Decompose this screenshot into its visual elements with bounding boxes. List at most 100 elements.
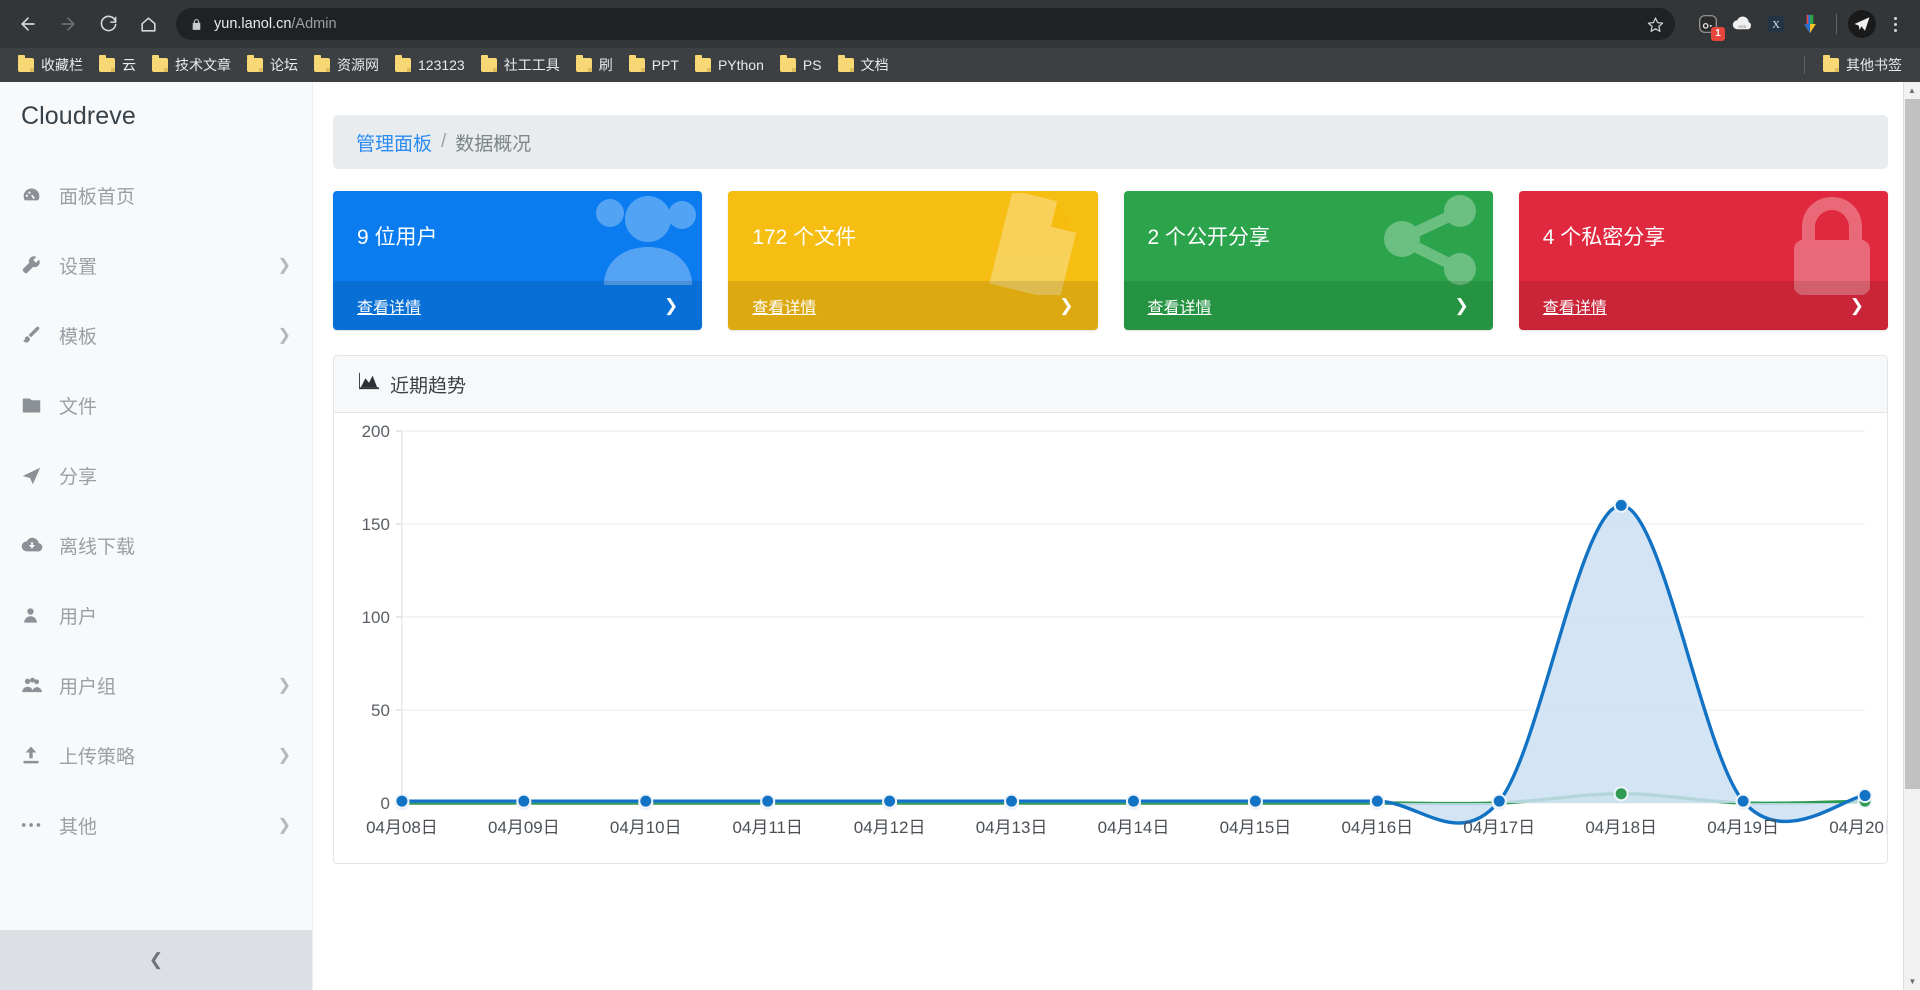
x-axis-label: 04月10日 xyxy=(610,818,682,837)
other-bookmarks-button[interactable]: 其他书签 xyxy=(1815,52,1910,78)
bookmark-item[interactable]: 123123 xyxy=(387,54,473,76)
browser-toolbar: yun.lanol.cn/Admin 1 Aria X xyxy=(0,0,1920,48)
sidebar-item-user-groups[interactable]: 用户组 ❯ xyxy=(0,650,312,720)
wrench-icon xyxy=(21,255,51,275)
users-group-icon xyxy=(21,675,51,696)
sidebar-item-label: 离线下载 xyxy=(59,536,136,558)
x-axis-label: 04月12日 xyxy=(854,818,926,837)
scroll-up-arrow-icon[interactable]: ▲ xyxy=(1904,82,1920,99)
stat-card-footer[interactable]: 查看详情 ❯ xyxy=(333,281,703,330)
chart-point[interactable] xyxy=(1613,786,1629,802)
idm-download-extension-icon[interactable] xyxy=(1795,9,1825,39)
stat-card-users[interactable]: 9 位用户 查看详情 ❯ xyxy=(333,191,703,330)
chevron-right-icon: ❯ xyxy=(664,295,679,315)
back-arrow-icon xyxy=(21,17,35,31)
home-button[interactable] xyxy=(130,6,166,42)
pocket-extension-icon[interactable]: 1 xyxy=(1693,9,1725,41)
chart-point[interactable] xyxy=(1491,793,1507,809)
bookmark-item[interactable]: 论坛 xyxy=(239,52,306,78)
chart-point[interactable] xyxy=(1125,793,1141,809)
x-axis-label: 04月18日 xyxy=(1585,818,1657,837)
view-details-label: 查看详情 xyxy=(1542,299,1607,317)
bookmark-item[interactable]: PPT xyxy=(621,54,687,76)
chart-point[interactable] xyxy=(1613,497,1629,513)
sidebar-item-label: 设置 xyxy=(59,256,98,278)
chevron-right-icon: ❯ xyxy=(1849,295,1864,315)
chart-point[interactable] xyxy=(1247,793,1263,809)
chart-body[interactable]: 0 50 100 150 200 04月08日 04月09日 04月10日 04月11日 04月1… xyxy=(334,413,1887,863)
bookmark-item[interactable]: 资源网 xyxy=(306,52,387,78)
x-axis-label: 04月14日 xyxy=(1098,818,1170,837)
sidebar-item-share[interactable]: 分享 xyxy=(0,440,312,510)
bookmarks-divider xyxy=(1804,56,1805,74)
sidebar-item-users[interactable]: 用户 xyxy=(0,580,312,650)
sidebar-item-label: 文件 xyxy=(59,396,98,418)
bookmark-item[interactable]: 文档 xyxy=(830,52,897,78)
forward-button[interactable] xyxy=(50,6,86,42)
x-axis-label: 04月09日 xyxy=(488,818,560,837)
reload-button[interactable] xyxy=(90,6,126,42)
scroll-down-arrow-icon[interactable]: ▼ xyxy=(1904,973,1920,990)
sidebar-item-dashboard[interactable]: 面板首页 xyxy=(0,160,312,230)
x-axis-label: 04月20日 xyxy=(1829,818,1887,837)
browser-menu-button[interactable] xyxy=(1880,8,1910,40)
back-button[interactable] xyxy=(10,6,46,42)
stat-card-files[interactable]: 172 个文件 查看详情 ❯ xyxy=(728,191,1098,330)
sidebar-item-settings[interactable]: 设置 ❯ xyxy=(0,230,312,300)
bookmark-item[interactable]: 社工工具 xyxy=(473,52,568,78)
paintbrush-icon xyxy=(21,325,51,345)
bookmark-item[interactable]: 收藏栏 xyxy=(10,52,91,78)
chevron-left-icon: ❮ xyxy=(148,950,164,969)
chart-point[interactable] xyxy=(760,793,776,809)
chart-point[interactable] xyxy=(516,793,532,809)
sidebar-item-files[interactable]: 文件 xyxy=(0,370,312,440)
stat-card-footer[interactable]: 查看详情 ❯ xyxy=(728,281,1098,330)
trend-chart-svg[interactable]: 0 50 100 150 200 04月08日 04月09日 04月10日 04月11日 04月1… xyxy=(334,413,1887,863)
bookmark-label: 社工工具 xyxy=(503,57,560,73)
folder-icon xyxy=(837,55,854,72)
stat-card-footer[interactable]: 查看详情 ❯ xyxy=(1123,281,1493,330)
cloud-download-icon xyxy=(21,534,51,556)
bookmark-star-button[interactable] xyxy=(1643,12,1667,36)
chart-point[interactable] xyxy=(882,793,898,809)
chart-point[interactable] xyxy=(1369,793,1385,809)
stat-card-title: 2 个公开分享 xyxy=(1147,226,1271,249)
paper-plane-avatar-icon xyxy=(1854,17,1870,31)
chart-point[interactable] xyxy=(394,793,410,809)
folder-icon xyxy=(779,55,796,72)
stat-card-footer[interactable]: 查看详情 ❯ xyxy=(1518,281,1888,330)
chart-point[interactable] xyxy=(638,793,654,809)
x-axis-label: 04月15日 xyxy=(1220,818,1292,837)
sidebar-item-other[interactable]: 其他 ❯ xyxy=(0,790,312,860)
chart-point[interactable] xyxy=(1004,793,1020,809)
breadcrumb-root-link[interactable]: 管理面板 xyxy=(356,129,432,156)
chart-point[interactable] xyxy=(1857,788,1873,804)
bookmark-item[interactable]: 刷 xyxy=(568,52,621,78)
folder-icon xyxy=(628,55,645,72)
stat-card-public-shares[interactable]: 2 个公开分享 查看详情 ❯ xyxy=(1123,191,1493,330)
sidebar-item-template[interactable]: 模板 ❯ xyxy=(0,300,312,370)
scrollbar-thumb[interactable] xyxy=(1905,99,1920,789)
page-scrollbar[interactable]: ▲ ▼ xyxy=(1903,82,1920,990)
bookmark-label: 收藏栏 xyxy=(41,57,83,73)
sidebar-item-upload-policy[interactable]: 上传策略 ❯ xyxy=(0,720,312,790)
chart-point[interactable] xyxy=(1735,793,1751,809)
other-bookmarks-area: 其他书签 xyxy=(1804,52,1910,78)
sidebar-item-offline-download[interactable]: 离线下载 xyxy=(0,510,312,580)
address-bar[interactable]: yun.lanol.cn/Admin xyxy=(176,8,1675,40)
bookmark-item[interactable]: PS xyxy=(772,54,830,76)
bookmark-item[interactable]: 云 xyxy=(91,52,144,78)
toolbar-divider xyxy=(1836,14,1837,34)
folder-icon xyxy=(18,55,34,72)
sidebar-collapse-button[interactable]: ❮ xyxy=(0,930,312,990)
stat-card-private-shares[interactable]: 4 个私密分享 查看详情 ❯ xyxy=(1518,191,1888,330)
x-axis-label: 04月19日 xyxy=(1707,818,1779,837)
bookmark-item[interactable]: PYthon xyxy=(687,54,772,76)
bookmark-label: 技术文章 xyxy=(175,57,231,73)
view-details-label: 查看详情 xyxy=(1147,299,1212,317)
bookmark-item[interactable]: 技术文章 xyxy=(144,52,239,78)
url-path: /Admin xyxy=(291,16,337,32)
x-extension-icon[interactable]: X xyxy=(1761,9,1791,39)
aria-cloud-extension-icon[interactable]: Aria xyxy=(1727,9,1757,39)
profile-avatar[interactable] xyxy=(1848,10,1876,38)
